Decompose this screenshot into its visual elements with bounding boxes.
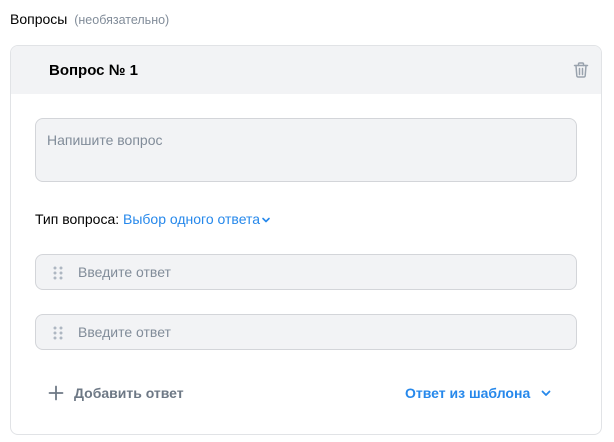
- optional-label: (необязательно): [74, 13, 170, 27]
- question-type-value: Выбор одного ответа: [123, 211, 261, 227]
- answer-field: [35, 254, 577, 290]
- question-card-header: Вопрос № 1: [11, 46, 601, 94]
- question-type: Тип вопроса: Выбор одного ответа: [35, 210, 271, 228]
- answer-template-label: Ответ из шаблона: [405, 385, 531, 401]
- drag-handle-icon[interactable]: [51, 265, 65, 281]
- question-input[interactable]: [35, 118, 577, 182]
- drag-handle-icon[interactable]: [51, 325, 65, 341]
- add-answer-label: Добавить ответ: [74, 385, 184, 401]
- question-card: Вопрос № 1 Тип вопроса: Выбор одного отв…: [10, 45, 602, 435]
- question-type-label: Тип вопроса:: [35, 211, 120, 227]
- answer-field: [35, 314, 577, 350]
- section-title: Вопросы: [10, 11, 68, 27]
- chevron-down-icon: [262, 217, 270, 223]
- question-title: Вопрос № 1: [49, 62, 138, 79]
- answer-template-button[interactable]: Ответ из шаблона: [405, 383, 552, 403]
- section-header: Вопросы (необязательно): [10, 10, 169, 29]
- chevron-down-icon: [541, 390, 551, 396]
- trash-icon[interactable]: [571, 60, 591, 80]
- question-type-dropdown[interactable]: Выбор одного ответа: [123, 211, 271, 227]
- add-answer-button[interactable]: Добавить ответ: [48, 383, 184, 403]
- answer-input[interactable]: [78, 315, 558, 349]
- plus-icon: [48, 385, 64, 401]
- answer-input[interactable]: [78, 255, 558, 289]
